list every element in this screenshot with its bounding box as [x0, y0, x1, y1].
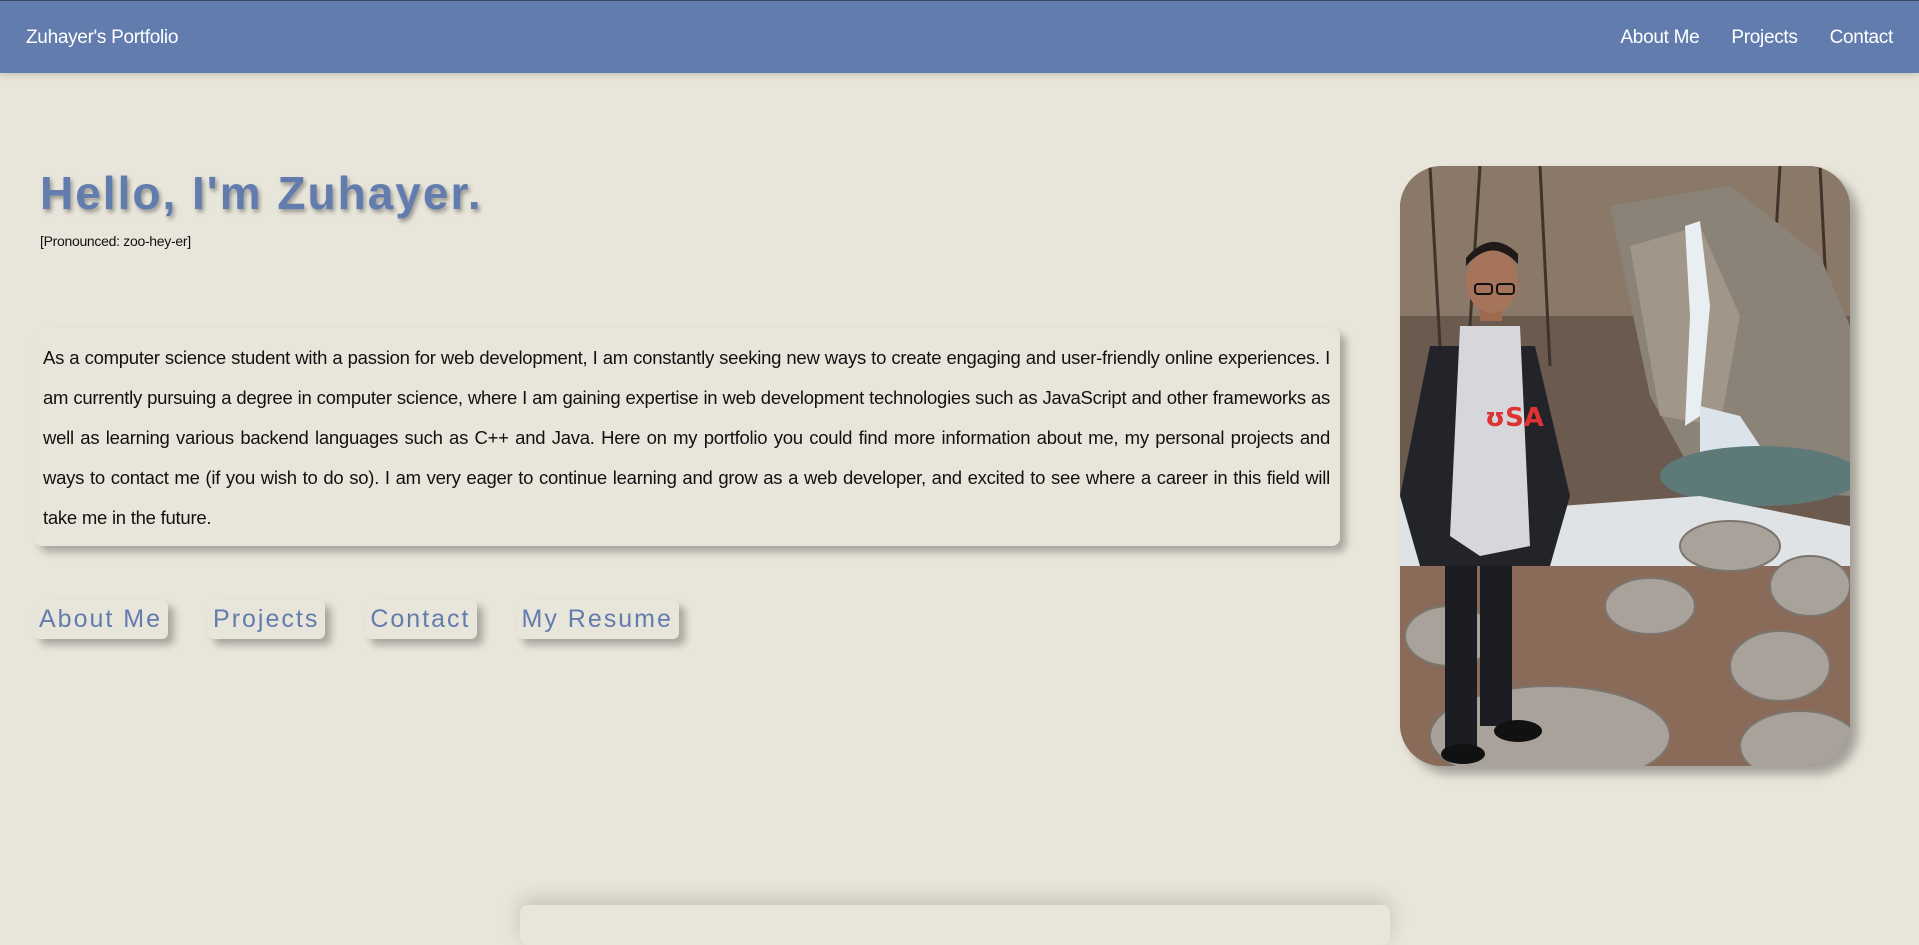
hero-title: Hello, I'm Zuhayer. — [40, 167, 483, 219]
projects-button[interactable]: Projects — [208, 600, 326, 639]
profile-photo: ʊSA — [1400, 166, 1850, 766]
navbar: Zuhayer's Portfolio About Me Projects Co… — [0, 0, 1919, 73]
brand-title[interactable]: Zuhayer's Portfolio — [26, 27, 178, 49]
hero-button-row: About Me Projects Contact My Resume — [34, 600, 679, 639]
resume-button[interactable]: My Resume — [516, 600, 679, 639]
intro-card: As a computer science student with a pas… — [34, 328, 1340, 546]
nav-link-about[interactable]: About Me — [1620, 27, 1699, 49]
next-section-card — [520, 905, 1390, 945]
about-me-button[interactable]: About Me — [34, 600, 169, 639]
nav-links: About Me Projects Contact — [1620, 27, 1893, 49]
contact-button[interactable]: Contact — [365, 600, 477, 639]
nav-link-projects[interactable]: Projects — [1731, 27, 1798, 49]
intro-text: As a computer science student with a pas… — [43, 347, 1330, 528]
svg-text:ʊSA: ʊSA — [1485, 403, 1544, 433]
nav-link-contact[interactable]: Contact — [1830, 27, 1894, 49]
pronunciation-text: [Pronounced: zoo-hey-er] — [40, 233, 191, 249]
profile-photo-illustration: ʊSA — [1400, 166, 1850, 766]
